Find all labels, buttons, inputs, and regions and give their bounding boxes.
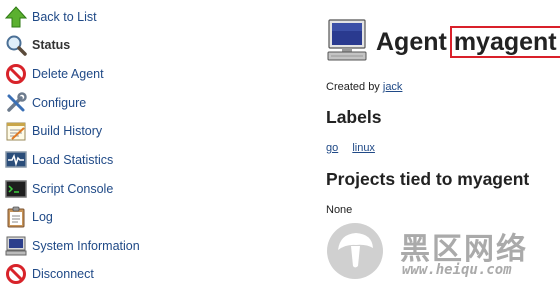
sidebar-item-configure[interactable]: Configure — [4, 90, 86, 116]
up-arrow-icon — [4, 5, 28, 29]
watermark-url: www.heiqu.com — [402, 262, 512, 278]
mushroom-logo-icon — [326, 222, 384, 280]
sidebar-item-build-history[interactable]: Build History — [4, 118, 102, 144]
sidebar-item-label: Back to List — [32, 10, 97, 24]
sidebar-item-script-console[interactable]: Script Console — [4, 176, 113, 202]
sidebar-item-load-statistics[interactable]: Load Statistics — [4, 147, 113, 173]
magnifier-icon — [4, 33, 28, 57]
created-by-prefix: Created by — [326, 81, 380, 93]
sidebar-item-label: Configure — [32, 96, 87, 110]
agent-name-highlight: myagent — [449, 26, 560, 58]
sidebar-item-disconnect[interactable]: Disconnect — [4, 261, 94, 287]
projects-empty-text: None — [326, 204, 353, 216]
projects-heading: Projects tied to myagent — [326, 169, 530, 189]
sidebar-item-label: System Information — [32, 239, 140, 253]
sidebar-item-label: Status — [32, 38, 71, 52]
monitor-graph-icon — [4, 148, 28, 172]
sidebar-item-system-information[interactable]: System Information — [4, 233, 140, 259]
site-watermark: 黑区网络 www.heiqu.com — [326, 222, 556, 284]
computer-icon — [4, 234, 28, 258]
notepad-icon — [4, 119, 28, 143]
sidebar-item-label: Delete Agent — [32, 67, 104, 81]
sidebar-item-label: Build History — [32, 124, 103, 138]
label-link-go[interactable]: go — [326, 142, 338, 154]
sidebar-item-label: Load Statistics — [32, 153, 114, 167]
computer-icon — [327, 19, 367, 61]
labels-list: go linux — [326, 142, 386, 154]
sidebar-item-status[interactable]: Status — [4, 32, 70, 58]
label-link-linux[interactable]: linux — [352, 142, 375, 154]
clipboard-icon — [4, 205, 28, 229]
no-entry-icon — [4, 262, 28, 286]
sidebar-item-back-to-list[interactable]: Back to List — [4, 4, 97, 30]
tools-icon — [4, 91, 28, 115]
terminal-icon — [4, 177, 28, 201]
sidebar-item-log[interactable]: Log — [4, 204, 53, 230]
page-title-prefix: Agent — [376, 28, 447, 56]
sidebar-item-label: Script Console — [32, 182, 114, 196]
sidebar-item-delete-agent[interactable]: Delete Agent — [4, 61, 104, 87]
sidebar-item-label: Disconnect — [32, 267, 94, 281]
no-entry-icon — [4, 62, 28, 86]
sidebar-item-label: Log — [32, 210, 53, 224]
created-by-user-link[interactable]: jack — [383, 81, 403, 93]
labels-heading: Labels — [326, 107, 382, 127]
created-by-line: Created by jack — [326, 81, 402, 93]
page-title: Agent myagent — [376, 26, 560, 58]
